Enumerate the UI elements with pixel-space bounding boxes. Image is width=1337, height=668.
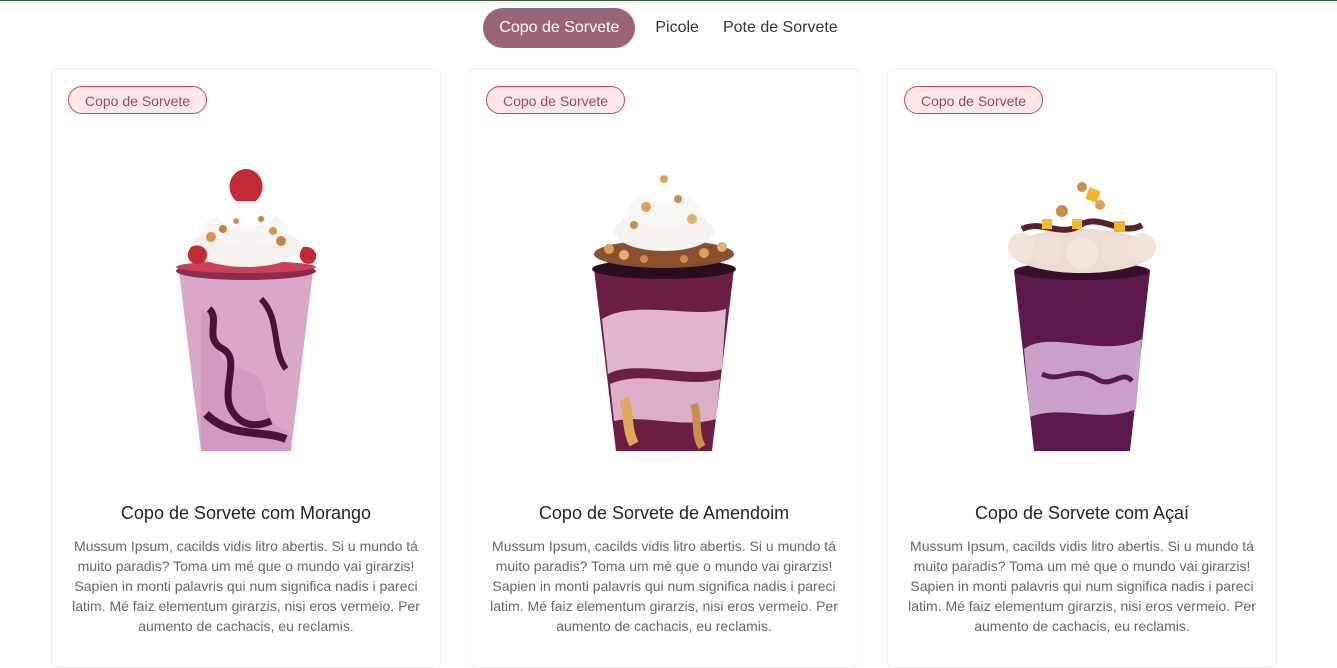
product-image [470, 159, 858, 459]
tab-pote-de-sorvete[interactable]: Pote de Sorvete [707, 8, 854, 48]
product-image [888, 159, 1276, 459]
product-description: Mussum Ipsum, cacilds vidis litro aberti… [72, 538, 420, 634]
product-title: Copo de Sorvete de Amendoim [538, 503, 790, 523]
product-grid: Copo de Sorvete Copo de Sorvete com Mora… [51, 68, 1279, 668]
product-description: Mussum Ipsum, cacilds vidis litro aberti… [908, 538, 1256, 634]
category-badge: Copo de Sorvete [486, 86, 626, 114]
category-badge: Copo de Sorvete [904, 86, 1044, 114]
product-title: Copo de Sorvete com Morango [120, 503, 372, 523]
product-card-morango[interactable]: Copo de Sorvete Copo de Sorvete com Mora… [51, 68, 441, 668]
tab-picole[interactable]: Picole [639, 8, 715, 48]
strawberry-cup-icon [176, 169, 317, 451]
acai-cup-icon [1008, 182, 1156, 451]
peanut-cup-icon [592, 175, 736, 451]
category-tabs: Copo de Sorvete Picole Pote de Sorvete [0, 8, 1337, 48]
product-image [52, 159, 440, 459]
top-border [0, 0, 1337, 1]
product-title: Copo de Sorvete com Açaí [974, 503, 1190, 523]
tab-copo-de-sorvete[interactable]: Copo de Sorvete [483, 8, 636, 48]
product-card-acai[interactable]: Copo de Sorvete Copo de Sorvete com Açaí… [887, 68, 1277, 668]
category-badge: Copo de Sorvete [68, 86, 208, 114]
product-card-amendoim[interactable]: Copo de Sorvete Copo de Sorvete de Amend… [469, 68, 859, 668]
product-description: Mussum Ipsum, cacilds vidis litro aberti… [490, 538, 838, 634]
